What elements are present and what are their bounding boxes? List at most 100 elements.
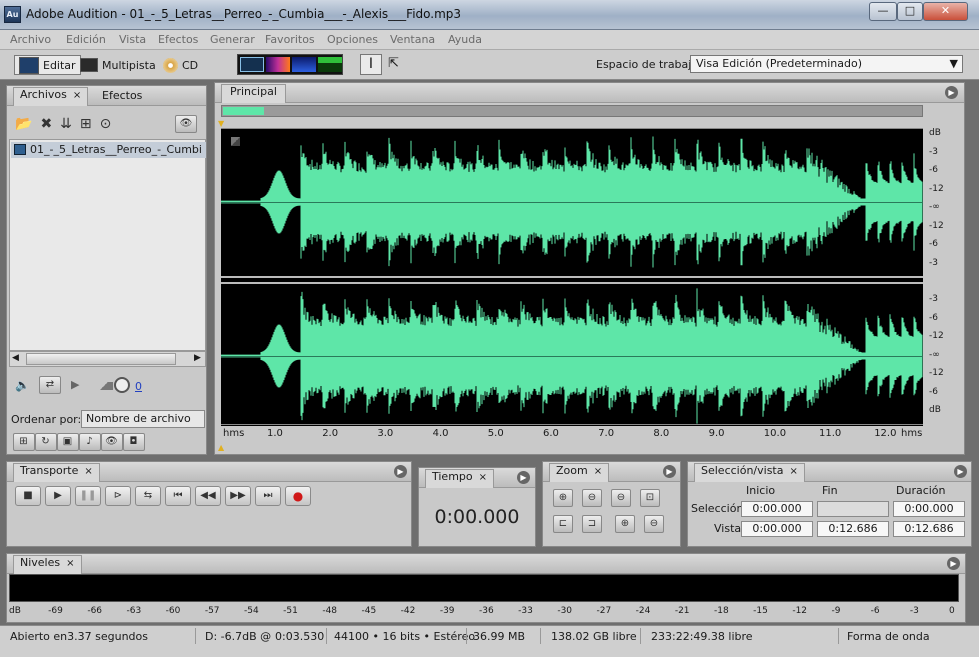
menu-generar[interactable]: Generar [210, 33, 255, 46]
tab-zoom[interactable]: Zoom × [549, 463, 610, 482]
volume-value[interactable]: 0 [135, 380, 142, 393]
tab-archivos[interactable]: Archivos × [13, 87, 89, 106]
playhead-bottom-marker-icon[interactable]: ▲ [218, 443, 224, 452]
panel-menu-icon[interactable]: ▶ [517, 471, 530, 484]
fast-forward-button[interactable]: ▶▶ [225, 486, 251, 506]
zoom-out-vertical-icon[interactable]: ⊖ [644, 515, 664, 533]
close-button[interactable]: ✕ [923, 2, 968, 21]
filter-preview-icon[interactable]: 👁 [101, 433, 123, 451]
panel-menu-icon[interactable]: ▶ [663, 465, 676, 478]
go-to-start-button[interactable]: ⏮ [165, 486, 191, 506]
scroll-thumb[interactable] [26, 353, 176, 365]
time-selection-tool-icon[interactable]: I [360, 54, 382, 75]
menu-favoritos[interactable]: Favoritos [265, 33, 315, 46]
marquee-tool-icon[interactable]: ⇱ [388, 56, 399, 71]
zoom-left-edge-icon[interactable]: ⊏ [553, 515, 573, 533]
zoom-out-horizontal-icon[interactable]: ⊖ [582, 489, 602, 507]
multitrack-label: Multipista [102, 58, 156, 72]
selection-end-field[interactable] [817, 501, 889, 517]
close-icon[interactable]: × [66, 558, 74, 569]
tab-seleccion-vista[interactable]: Selección/vista × [694, 463, 805, 482]
multitrack-view-button[interactable]: Multipista [80, 55, 156, 75]
panel-menu-icon[interactable]: ▶ [954, 465, 967, 478]
rewind-button[interactable]: ◀◀ [195, 486, 221, 506]
show-options-icon[interactable]: 👁 [175, 115, 197, 133]
edit-view-button[interactable]: Editar [14, 55, 81, 75]
tab-tiempo[interactable]: Tiempo × [425, 469, 495, 488]
insert-multitrack-icon[interactable]: ⇊ [60, 116, 80, 132]
insert-cd-icon[interactable]: ⊞ [80, 116, 100, 132]
pause-button[interactable]: ❚❚ [75, 486, 101, 506]
spectral-view-icon[interactable] [266, 57, 290, 72]
levels-panel: Niveles × ▶ dB -69 -66 -63 -60 -57 -54 -51 -48 -45… [6, 553, 966, 623]
zoom-fit-icon[interactable] [231, 137, 240, 146]
close-icon[interactable]: × [789, 466, 797, 477]
import-icon[interactable]: ⊙ [100, 116, 120, 132]
menu-efectos[interactable]: Efectos [158, 33, 198, 46]
maximize-button[interactable]: □ [897, 2, 923, 21]
selection-duration-field[interactable]: 0:00.000 [893, 501, 965, 517]
tab-principal[interactable]: Principal [221, 84, 286, 103]
scroll-right-icon[interactable]: ▶ [194, 353, 201, 363]
record-button[interactable]: ● [285, 486, 311, 506]
panel-menu-icon[interactable]: ▶ [394, 465, 407, 478]
play-button[interactable]: ▶ [45, 486, 71, 506]
close-icon[interactable]: × [479, 472, 487, 483]
sort-select[interactable]: Nombre de archivo [81, 410, 205, 428]
menu-vista[interactable]: Vista [119, 33, 146, 46]
play-to-end-button[interactable]: ⊳ [105, 486, 131, 506]
filter-midi-icon[interactable]: ♪ [79, 433, 101, 451]
scroll-left-icon[interactable]: ◀ [12, 353, 19, 363]
close-icon[interactable]: × [84, 466, 92, 477]
tab-transporte[interactable]: Transporte × [13, 463, 100, 482]
close-icon[interactable]: × [594, 466, 602, 477]
view-end-field[interactable]: 0:12.686 [817, 521, 889, 537]
minimize-button[interactable]: — [869, 2, 897, 21]
menu-ayuda[interactable]: Ayuda [448, 33, 482, 46]
stop-button[interactable]: ■ [15, 486, 41, 506]
workspace-select[interactable]: Visa Edición (Predeterminado) ▼ [690, 55, 963, 73]
view-start-field[interactable]: 0:00.000 [741, 521, 813, 537]
menu-opciones[interactable]: Opciones [327, 33, 378, 46]
loop-play-button[interactable]: ⇆ [135, 486, 161, 506]
zoom-panel: Zoom × ▶ ⊕ ⊖ ⊖ ⊡ ⊏ ⊐ ⊕ ⊖ [542, 461, 681, 547]
cd-view-button[interactable]: CD [163, 55, 198, 75]
filter-audio-icon[interactable]: ⊞ [13, 433, 35, 451]
speaker-icon[interactable]: 🔈 [15, 378, 30, 392]
open-file-icon[interactable]: 📂 [15, 116, 40, 132]
volume-knob[interactable] [114, 377, 130, 393]
menu-edicion[interactable]: Edición [66, 33, 106, 46]
playhead-marker-icon[interactable]: ▼ [218, 119, 224, 128]
play-icon[interactable]: ▶ [71, 378, 79, 391]
zoom-out-full-icon[interactable]: ⊖ [611, 489, 631, 507]
status-cursor-level: D: -6.7dB @ [205, 630, 272, 643]
view-duration-field[interactable]: 0:12.686 [893, 521, 965, 537]
close-icon[interactable]: × [73, 90, 81, 101]
panel-menu-icon[interactable]: ▶ [947, 557, 960, 570]
filter-cd-icon[interactable]: ◘ [123, 433, 145, 451]
list-item[interactable]: 01_-_5_Letras__Perreo_-_Cumbi [11, 142, 206, 158]
waveform-display[interactable] [221, 128, 923, 426]
pan-view-icon[interactable] [292, 57, 316, 72]
loop-icon[interactable]: ⇄ [39, 376, 61, 394]
zoom-selection-icon[interactable]: ⊡ [640, 489, 660, 507]
overview-bar[interactable] [221, 105, 923, 117]
menu-archivo[interactable]: Archivo [10, 33, 51, 46]
waveform-view-icon[interactable] [240, 57, 264, 72]
zoom-in-horizontal-icon[interactable]: ⊕ [553, 489, 573, 507]
go-to-end-button[interactable]: ⏭ [255, 486, 281, 506]
zoom-in-vertical-icon[interactable]: ⊕ [615, 515, 635, 533]
tab-efectos[interactable]: Efectos [102, 89, 142, 102]
overview-visible-range[interactable] [223, 107, 264, 115]
selection-start-field[interactable]: 0:00.000 [741, 501, 813, 517]
horizontal-scrollbar[interactable]: ◀ ▶ [9, 351, 206, 367]
panel-menu-icon[interactable]: ▶ [945, 86, 958, 99]
filter-loop-icon[interactable]: ↻ [35, 433, 57, 451]
phase-view-icon[interactable] [318, 57, 342, 72]
filter-video-icon[interactable]: ▣ [57, 433, 79, 451]
close-file-icon[interactable]: ✖ [40, 116, 60, 132]
menu-ventana[interactable]: Ventana [390, 33, 435, 46]
zoom-right-edge-icon[interactable]: ⊐ [582, 515, 602, 533]
selection-view-panel: Selección/vista × ▶ Inicio Fin Duración S… [687, 461, 972, 547]
tab-niveles[interactable]: Niveles × [13, 555, 82, 574]
